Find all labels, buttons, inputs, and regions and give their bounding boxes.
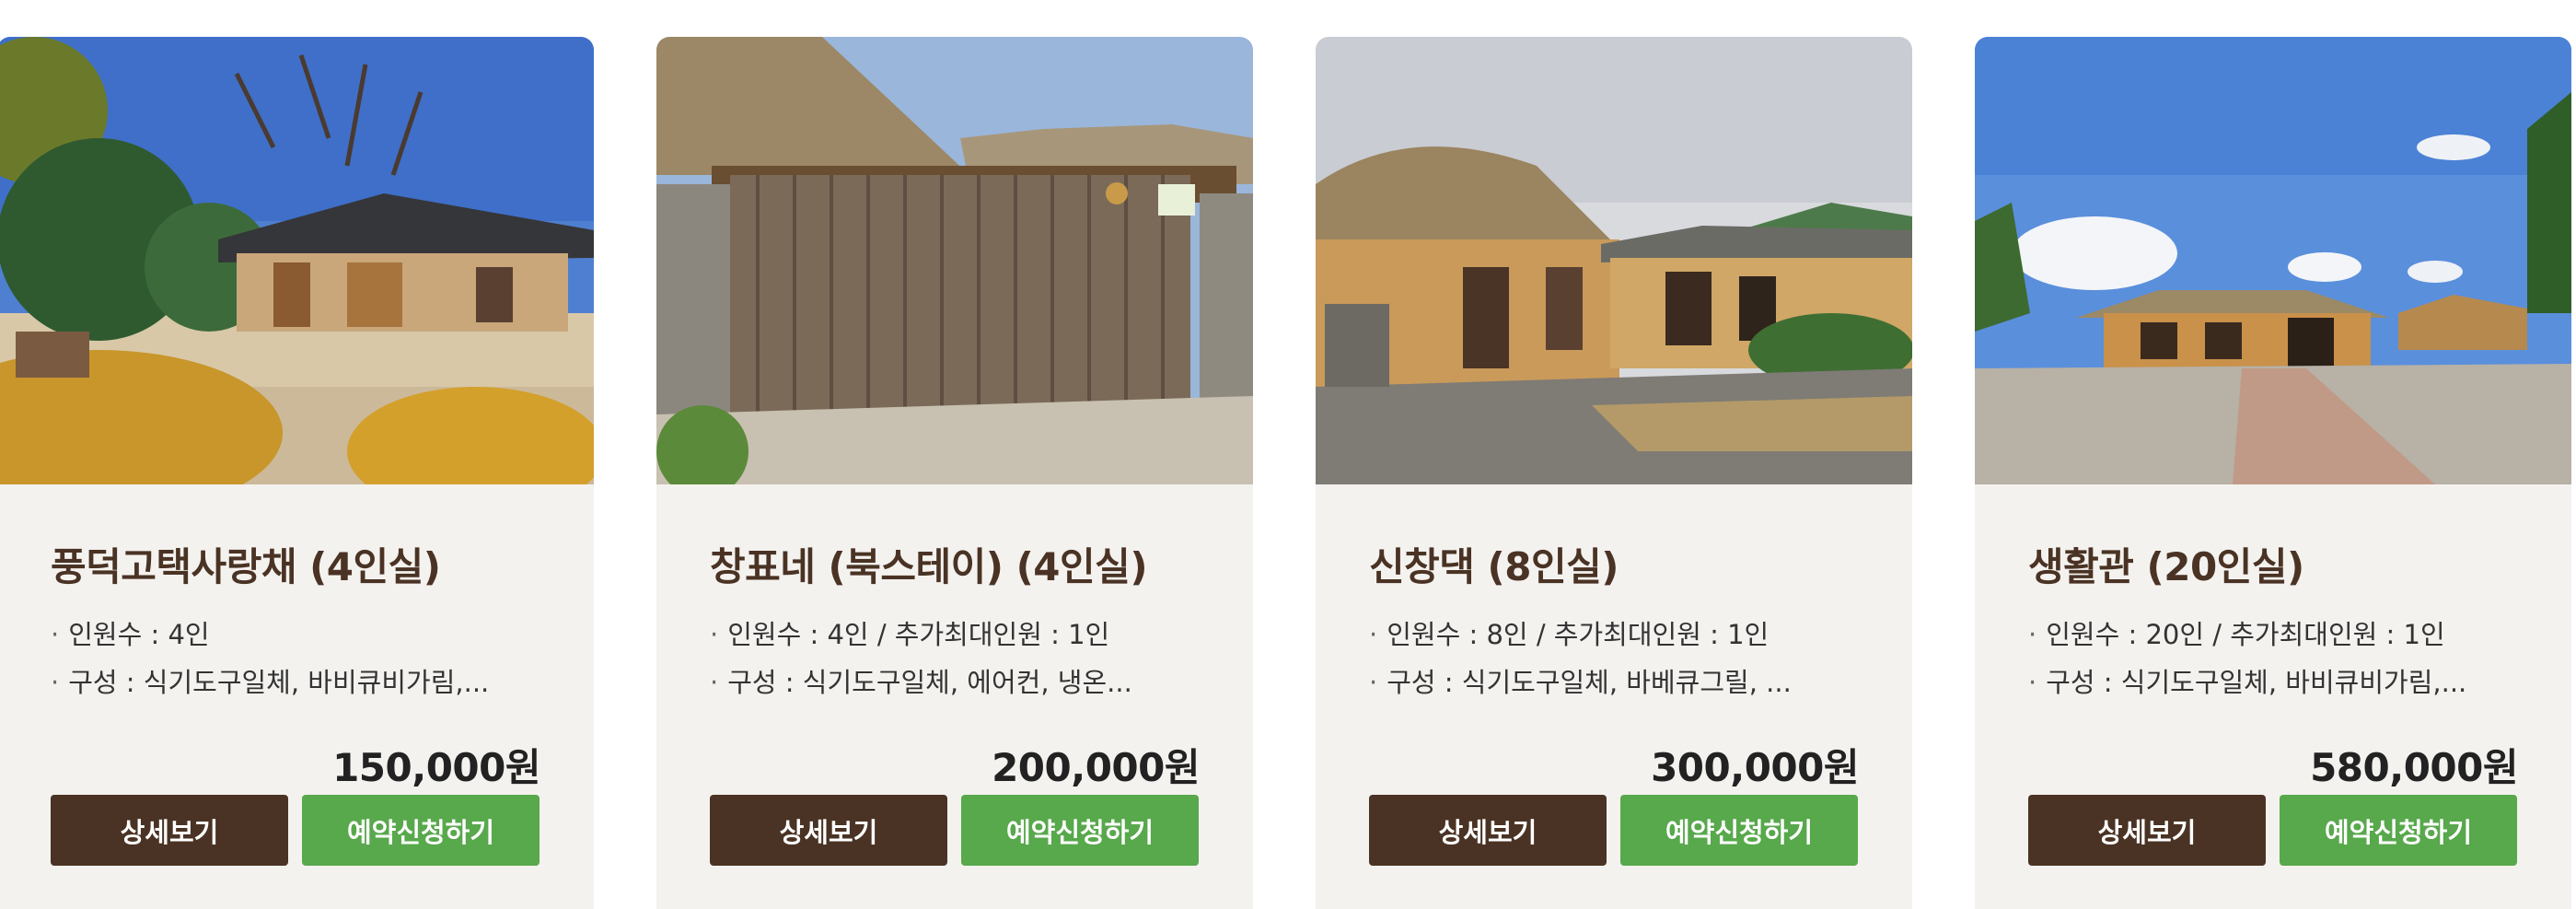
room-photo[interactable] (1316, 37, 1912, 484)
room-card-grid: 풍덕고택사랑채 (4인실) · 인원수 : 4인 · 구성 : 식기도구일체, 바비… (0, 37, 2576, 909)
room-amenities: · 구성 : 식기도구일체, 바비큐비가림,... (2028, 667, 2467, 698)
room-amenities: · 구성 : 식기도구일체, 바베큐그릴, ... (1369, 667, 1792, 698)
room-photo[interactable] (0, 37, 594, 484)
room-amenities: · 구성 : 식기도구일체, 에어컨, 냉온... (710, 667, 1132, 698)
room-price: 200,000원 (992, 745, 1200, 790)
room-amenities: · 구성 : 식기도구일체, 바비큐비가림,... (51, 667, 490, 698)
room-price: 580,000원 (2310, 745, 2518, 790)
room-card: 풍덕고택사랑채 (4인실) · 인원수 : 4인 · 구성 : 식기도구일체, 바비… (0, 37, 594, 909)
room-title: 신창댁 (8인실) (1369, 544, 1619, 589)
room-price: 150,000원 (332, 745, 540, 790)
detail-button[interactable]: 상세보기 (2028, 795, 2266, 866)
room-capacity: · 인원수 : 8인 / 추가최대인원 : 1인 (1369, 619, 1770, 650)
room-capacity: · 인원수 : 4인 / 추가최대인원 : 1인 (710, 619, 1110, 650)
room-title: 창표네 (북스테이) (4인실) (710, 544, 1148, 589)
detail-button[interactable]: 상세보기 (51, 795, 288, 866)
detail-button[interactable]: 상세보기 (710, 795, 947, 866)
room-photo[interactable] (656, 37, 1253, 484)
room-capacity: · 인원수 : 4인 (51, 619, 210, 650)
room-title: 풍덕고택사랑채 (4인실) (51, 544, 441, 589)
reserve-button[interactable]: 예약신청하기 (961, 795, 1199, 866)
room-card: 신창댁 (8인실) · 인원수 : 8인 / 추가최대인원 : 1인 · 구성 : … (1316, 37, 1912, 909)
room-capacity: · 인원수 : 20인 / 추가최대인원 : 1인 (2028, 619, 2445, 650)
room-card: 생활관 (20인실) · 인원수 : 20인 / 추가최대인원 : 1인 · 구성 … (1975, 37, 2571, 909)
room-title: 생활관 (20인실) (2028, 544, 2304, 589)
room-price: 300,000원 (1651, 745, 1859, 790)
detail-button[interactable]: 상세보기 (1369, 795, 1607, 866)
reserve-button[interactable]: 예약신청하기 (2280, 795, 2517, 866)
room-card: 창표네 (북스테이) (4인실) · 인원수 : 4인 / 추가최대인원 : 1인… (656, 37, 1253, 909)
room-photo[interactable] (1975, 37, 2571, 484)
reserve-button[interactable]: 예약신청하기 (1620, 795, 1858, 866)
reserve-button[interactable]: 예약신청하기 (302, 795, 540, 866)
